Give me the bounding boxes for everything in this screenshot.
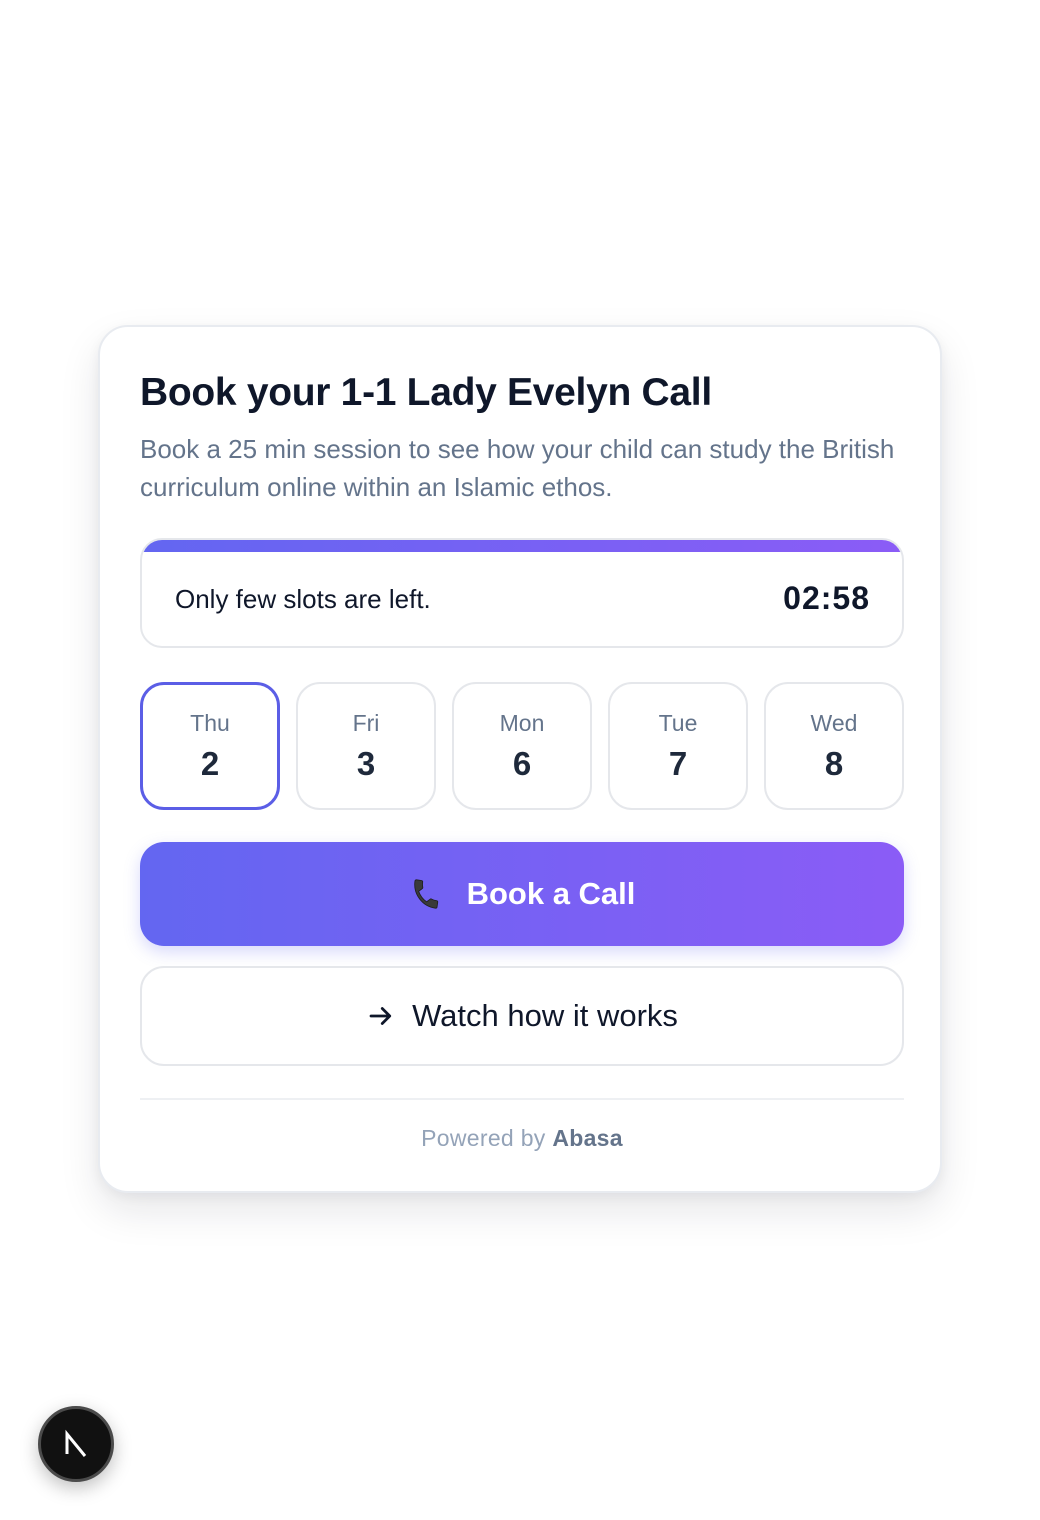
phone-icon <box>409 877 443 911</box>
countdown-progress-bar <box>142 540 902 552</box>
day-option[interactable]: Wed 8 <box>764 682 904 810</box>
day-number: 6 <box>512 745 532 782</box>
day-number: 8 <box>824 745 844 782</box>
card-title: Book your 1-1 Lady Evelyn Call <box>140 371 712 414</box>
slots-alert-message: Only few slots are left. <box>175 584 431 614</box>
day-selector: Thu 2 Fri 3 Mon 6 Tue 7 Wed 8 <box>140 682 904 810</box>
page: Book your 1-1 Lady Evelyn Call Book a 25… <box>0 0 1040 1520</box>
day-name: Mon <box>499 710 545 736</box>
countdown-timer: 02:58 <box>783 580 870 616</box>
day-number: 7 <box>668 745 688 782</box>
slots-alert: Only few slots are left. 02:58 <box>140 538 904 648</box>
day-number: 3 <box>356 745 376 782</box>
day-name: Thu <box>190 710 230 736</box>
watch-how-it-works-button[interactable]: Watch how it works <box>140 966 904 1066</box>
powered-by-brand[interactable]: Abasa <box>552 1125 623 1151</box>
day-name: Fri <box>352 710 380 736</box>
powered-by-prefix: Powered by <box>421 1125 546 1151</box>
nextjs-n-mark <box>65 1429 87 1457</box>
book-call-label: Book a Call <box>466 876 636 911</box>
day-option[interactable]: Fri 3 <box>296 682 436 810</box>
book-call-button[interactable]: Book a Call <box>140 842 904 946</box>
watch-how-it-works-label: Watch how it works <box>412 998 678 1033</box>
day-option[interactable]: Thu 2 <box>140 682 280 810</box>
day-option[interactable]: Mon 6 <box>452 682 592 810</box>
booking-card: Book your 1-1 Lady Evelyn Call Book a 25… <box>98 325 942 1193</box>
day-option[interactable]: Tue 7 <box>608 682 748 810</box>
card-subtitle: Book a 25 min session to see how your ch… <box>140 434 895 502</box>
powered-by: Powered by Abasa <box>140 1125 904 1152</box>
nextjs-logo-icon[interactable] <box>38 1406 114 1482</box>
day-number: 2 <box>200 745 220 782</box>
day-name: Tue <box>658 710 698 736</box>
arrow-right-icon <box>366 1001 396 1031</box>
day-name: Wed <box>810 710 858 736</box>
footer-divider <box>140 1098 904 1100</box>
